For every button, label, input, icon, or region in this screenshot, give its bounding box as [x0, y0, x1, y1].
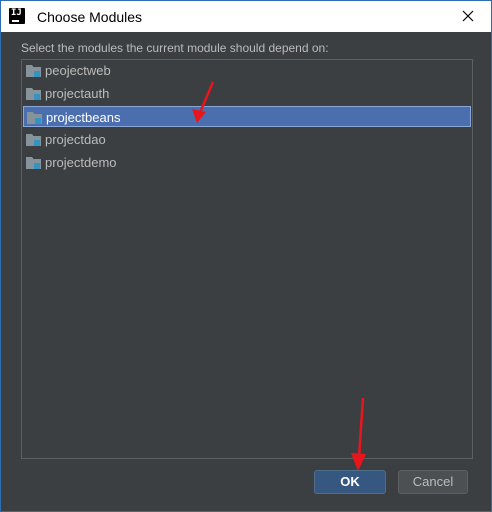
- module-list[interactable]: peojectweb projectauth projectbeans proj…: [21, 59, 473, 459]
- choose-modules-dialog: IJ Choose Modules Select the modules the…: [0, 0, 492, 512]
- title-bar: IJ Choose Modules: [1, 1, 491, 32]
- module-label: projectdao: [45, 132, 106, 147]
- module-item-projectbeans[interactable]: projectbeans: [23, 106, 471, 127]
- module-folder-icon: [26, 134, 41, 146]
- module-folder-icon: [26, 157, 41, 169]
- module-item-projectdemo[interactable]: projectdemo: [23, 152, 471, 173]
- intellij-idea-icon: IJ: [9, 8, 25, 24]
- module-folder-icon: [27, 112, 42, 124]
- module-folder-icon: [26, 65, 41, 77]
- module-item-peojectweb[interactable]: peojectweb: [23, 60, 471, 81]
- module-folder-icon: [26, 88, 41, 100]
- cancel-button[interactable]: Cancel: [398, 470, 468, 494]
- module-label: projectbeans: [46, 110, 121, 125]
- module-label: projectdemo: [45, 155, 117, 170]
- dialog-title: Choose Modules: [37, 9, 143, 25]
- instruction-text: Select the modules the current module sh…: [21, 41, 329, 55]
- module-label: projectauth: [45, 86, 110, 101]
- module-item-projectdao[interactable]: projectdao: [23, 129, 471, 150]
- module-item-projectauth[interactable]: projectauth: [23, 83, 471, 104]
- close-button[interactable]: [445, 1, 491, 32]
- module-label: peojectweb: [45, 63, 111, 78]
- close-icon: [462, 10, 474, 22]
- ok-button[interactable]: OK: [314, 470, 386, 494]
